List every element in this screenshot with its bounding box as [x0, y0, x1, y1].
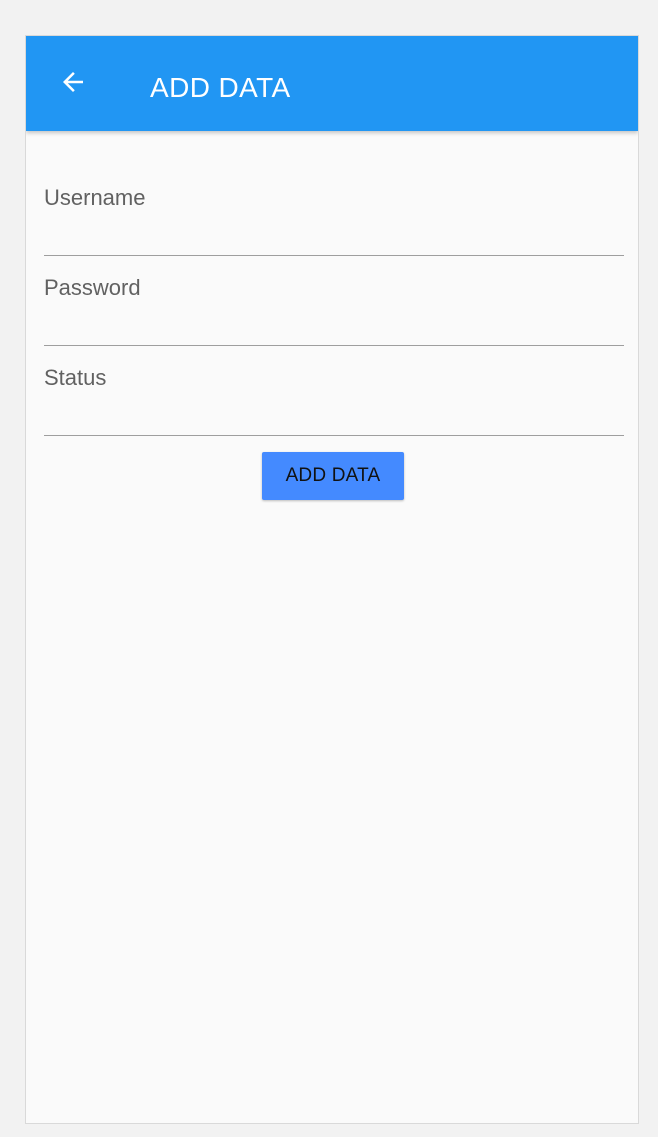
page-title: ADD DATA — [150, 72, 291, 103]
username-input[interactable] — [44, 166, 624, 255]
status-input[interactable] — [44, 346, 624, 435]
arrow-left-icon — [58, 67, 88, 102]
back-button[interactable] — [48, 64, 98, 104]
button-row: ADD DATA — [26, 452, 638, 500]
username-field — [44, 166, 624, 256]
phone-screen: ADD DATA ADD DATA — [25, 35, 639, 1124]
password-input[interactable] — [44, 256, 624, 345]
add-data-form — [44, 166, 624, 436]
password-field — [44, 256, 624, 346]
app-bar: ADD DATA — [26, 36, 638, 131]
add-data-button[interactable]: ADD DATA — [262, 452, 404, 500]
status-field — [44, 346, 624, 436]
